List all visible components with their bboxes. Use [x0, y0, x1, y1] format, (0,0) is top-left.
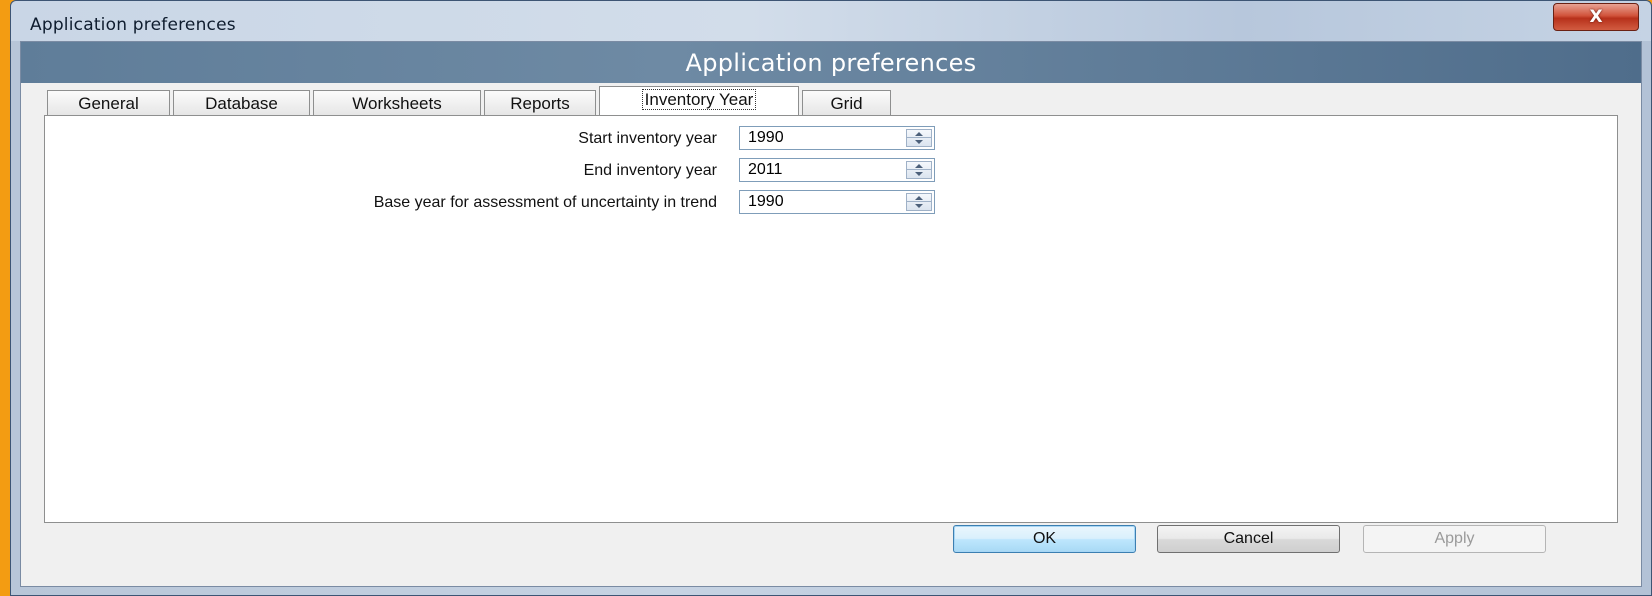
start-year-row: Start inventory year — [45, 126, 717, 150]
tab-label: Grid — [830, 94, 863, 113]
base-year-label: Base year for assessment of uncertainty … — [373, 194, 717, 211]
start-year-value: 1990 — [748, 129, 784, 146]
tab-label: Worksheets — [352, 94, 442, 113]
end-year-value: 2011 — [748, 161, 783, 178]
arrow-down-icon[interactable] — [907, 202, 931, 210]
tab-label: Inventory Year — [641, 89, 757, 110]
tab-database[interactable]: Database — [173, 90, 310, 115]
start-year-label: Start inventory year — [578, 130, 717, 147]
tab-grid[interactable]: Grid — [802, 90, 891, 115]
end-year-row: End inventory year — [45, 158, 717, 182]
end-year-spinner[interactable]: 2011 — [739, 158, 935, 182]
tab-label: Database — [205, 94, 278, 113]
desktop-background — [0, 0, 10, 596]
ok-button[interactable]: OK — [953, 525, 1136, 553]
base-year-spinner[interactable]: 1990 — [739, 190, 935, 214]
start-year-spinner[interactable]: 1990 — [739, 126, 935, 150]
dialog-client-area: Application preferences General Database… — [20, 41, 1642, 587]
tab-worksheets[interactable]: Worksheets — [313, 90, 481, 115]
tab-reports[interactable]: Reports — [484, 90, 596, 115]
base-year-spin-buttons — [906, 193, 932, 211]
close-button[interactable]: X — [1553, 3, 1639, 31]
tab-label: Reports — [510, 94, 570, 113]
inventory-year-tab-page: Start inventory year 1990 End inventory … — [44, 115, 1618, 523]
arrow-up-icon[interactable] — [907, 130, 931, 138]
arrow-up-icon[interactable] — [907, 162, 931, 170]
banner-title: Application preferences — [685, 48, 977, 77]
apply-button-label: Apply — [1434, 530, 1475, 547]
cancel-button[interactable]: Cancel — [1157, 525, 1340, 553]
preferences-window: Application preferences X Application pr… — [10, 0, 1652, 596]
end-year-label: End inventory year — [583, 162, 717, 179]
start-year-spin-buttons — [906, 129, 932, 147]
base-year-value: 1990 — [748, 193, 784, 210]
window-title: Application preferences — [30, 15, 236, 35]
tab-strip: General Database Worksheets Reports Inve… — [47, 86, 894, 115]
cancel-button-label: Cancel — [1223, 530, 1274, 547]
end-year-spin-buttons — [906, 161, 932, 179]
ok-button-label: OK — [1032, 530, 1057, 547]
close-icon: X — [1589, 7, 1603, 27]
header-banner: Application preferences — [21, 42, 1641, 83]
arrow-down-icon[interactable] — [907, 170, 931, 178]
tab-general[interactable]: General — [47, 90, 170, 115]
tab-label: General — [78, 94, 139, 113]
arrow-up-icon[interactable] — [907, 194, 931, 202]
apply-button[interactable]: Apply — [1363, 525, 1546, 553]
tab-inventory-year[interactable]: Inventory Year — [599, 86, 799, 115]
arrow-down-icon[interactable] — [907, 138, 931, 146]
title-bar[interactable]: Application preferences X — [11, 1, 1651, 41]
base-year-row: Base year for assessment of uncertainty … — [45, 190, 717, 214]
